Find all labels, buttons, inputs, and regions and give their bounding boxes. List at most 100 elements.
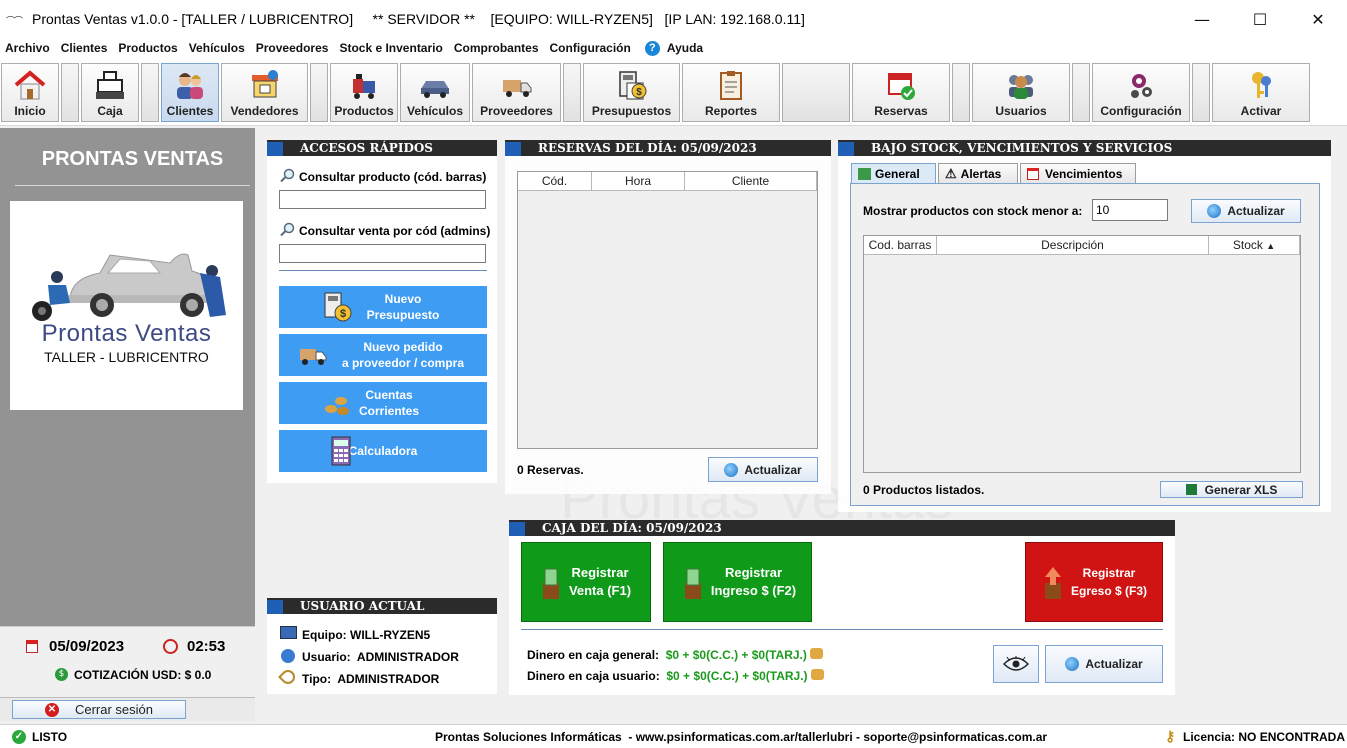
truck-icon bbox=[300, 349, 327, 365]
logo-name: Prontas Ventas bbox=[41, 320, 212, 347]
menu-ayuda[interactable]: Ayuda bbox=[667, 41, 709, 55]
logo: Prontas Ventas TALLER - LUBRICENTRO bbox=[10, 201, 243, 410]
toolbar-vehiculos-button[interactable]: Vehículos bbox=[400, 63, 470, 122]
divider bbox=[15, 185, 250, 186]
toolbar-usuarios-button[interactable]: Usuarios bbox=[972, 63, 1070, 122]
equipo-row: Equipo: WILL-RYZEN5 bbox=[302, 628, 431, 642]
reservations-count: 0 Reservas. bbox=[517, 463, 584, 477]
tab-alertas[interactable]: ⚠ Alertas bbox=[938, 163, 1018, 183]
calculator-icon bbox=[331, 436, 351, 466]
current-date: 05/09/2023 bbox=[49, 638, 125, 655]
stock-refresh-button[interactable]: Actualizar bbox=[1191, 199, 1301, 223]
dollar-icon: $ bbox=[55, 668, 68, 681]
col-header-cod-barras[interactable]: Cod. barras bbox=[864, 236, 937, 255]
low-stock-header: BAJO STOCK, VENCIMIENTOS Y SERVICIOS bbox=[838, 140, 1331, 156]
user-cash-amount: $0 + $0(C.C.) + $0(TARJ.) bbox=[666, 669, 808, 683]
coins-icon bbox=[810, 648, 824, 659]
col-header-hora[interactable]: Hora bbox=[592, 172, 685, 191]
toolbar-clientes-button[interactable]: Clientes bbox=[161, 63, 219, 122]
magnifier-icon bbox=[280, 168, 295, 183]
toolbar-presupuestos-button[interactable]: $ Presupuestos bbox=[583, 63, 680, 122]
cash-refresh-button[interactable]: Actualizar bbox=[1045, 645, 1163, 683]
close-circle-icon: ✕ bbox=[44, 702, 59, 717]
toolbar-separator bbox=[310, 63, 328, 122]
coins-icon bbox=[810, 669, 824, 680]
calculator-button[interactable]: Calculadora bbox=[279, 430, 487, 472]
register-sale-button[interactable]: Registrar Venta (F1) bbox=[521, 542, 651, 622]
stock-threshold-input[interactable] bbox=[1092, 199, 1168, 221]
toolbar: Inicio Caja Clientes Vendedores Producto… bbox=[0, 58, 1347, 126]
reservations-header: RESERVAS DEL DÍA: 05/09/2023 bbox=[505, 140, 831, 156]
general-cash-amount: $0 + $0(C.C.) + $0(TARJ.) bbox=[665, 648, 807, 662]
status-bar: ✓ LISTO Prontas Soluciones Informáticas … bbox=[0, 724, 1347, 748]
quick-access-header: ACCESOS RÁPIDOS bbox=[267, 140, 497, 156]
license-status: Licencia: NO ENCONTRADA bbox=[1183, 730, 1346, 744]
menu-comprobantes[interactable]: Comprobantes bbox=[449, 41, 545, 55]
maximize-button[interactable]: ☐ bbox=[1231, 0, 1289, 38]
refresh-icon bbox=[1207, 204, 1222, 218]
menu-archivo[interactable]: Archivo bbox=[0, 41, 56, 55]
truck-icon bbox=[502, 80, 531, 97]
window-title: Prontas Ventas v1.0.0 - [TALLER / LUBRIC… bbox=[32, 11, 805, 27]
eye-icon bbox=[1003, 656, 1029, 671]
toolbar-vendedores-button[interactable]: Vendedores bbox=[221, 63, 308, 122]
toolbar-reportes-button[interactable]: Reportes bbox=[682, 63, 780, 122]
warning-icon: ⚠ bbox=[945, 165, 957, 181]
usuario-row: Usuario: ADMINISTRADOR bbox=[302, 650, 459, 664]
coins-icon bbox=[325, 397, 349, 415]
toggle-visibility-button[interactable] bbox=[993, 645, 1039, 683]
col-header-stock[interactable]: Stock ▲ bbox=[1209, 236, 1300, 255]
col-header-cod[interactable]: Cód. bbox=[518, 172, 592, 191]
menu-proveedores[interactable]: Proveedores bbox=[251, 41, 335, 55]
menu-clientes[interactable]: Clientes bbox=[56, 41, 114, 55]
toolbar-reservas-button[interactable]: Reservas bbox=[852, 63, 950, 122]
col-header-cliente[interactable]: Cliente bbox=[685, 172, 817, 191]
toolbar-configuracion-button[interactable]: Configuración bbox=[1092, 63, 1190, 122]
calendar-icon bbox=[26, 640, 38, 653]
menu-productos[interactable]: Productos bbox=[113, 41, 183, 55]
minimize-button[interactable]: — bbox=[1173, 0, 1231, 38]
logout-button[interactable]: ✕ Cerrar sesión bbox=[12, 700, 186, 719]
toolbar-activar-button[interactable]: Activar bbox=[1212, 63, 1310, 122]
budget-calculator-icon: $ bbox=[324, 292, 352, 322]
menu-stock[interactable]: Stock e Inventario bbox=[334, 41, 448, 55]
current-time: 02:53 bbox=[187, 638, 226, 655]
clock-icon bbox=[163, 639, 178, 654]
generate-xls-button[interactable]: Generar XLS bbox=[1160, 481, 1303, 498]
new-budget-button[interactable]: $ Nuevo Presupuesto bbox=[279, 286, 487, 328]
divider bbox=[279, 270, 487, 271]
toolbar-proveedores-button[interactable]: Proveedores bbox=[472, 63, 561, 122]
toolbar-inicio-button[interactable]: Inicio bbox=[1, 63, 59, 122]
title-bar: ⌒⌒ Prontas Ventas v1.0.0 - [TALLER / LUB… bbox=[0, 0, 1347, 38]
tab-general[interactable]: General bbox=[851, 163, 936, 184]
low-stock-table[interactable]: Cod. barras Descripción Stock ▲ bbox=[863, 235, 1301, 473]
key-icon: ⚷ bbox=[1165, 728, 1176, 744]
sale-code-input[interactable] bbox=[279, 244, 486, 263]
reservations-table[interactable]: Cód. Hora Cliente bbox=[517, 171, 818, 449]
register-income-button[interactable]: Registrar Ingreso $ (F2) bbox=[663, 542, 812, 622]
reservations-refresh-button[interactable]: Actualizar bbox=[708, 457, 818, 482]
product-lookup-label: Consultar producto (cód. barras) bbox=[299, 170, 487, 184]
register-expense-button[interactable]: Registrar Egreso $ (F3) bbox=[1025, 542, 1163, 622]
close-button[interactable]: ✕ bbox=[1289, 0, 1347, 38]
usd-rate: COTIZACIÓN USD: $ 0.0 bbox=[74, 668, 212, 682]
current-accounts-button[interactable]: Cuentas Corrientes bbox=[279, 382, 487, 424]
new-purchase-order-button[interactable]: Nuevo pedido a proveedor / compra bbox=[279, 334, 487, 376]
tab-vencimientos[interactable]: Vencimientos bbox=[1020, 163, 1136, 183]
blocks-icon bbox=[858, 168, 871, 180]
clients-icon bbox=[177, 73, 203, 99]
money-withdraw-icon bbox=[1045, 567, 1061, 599]
current-user-header: USUARIO ACTUAL bbox=[267, 598, 497, 614]
keys-icon bbox=[1252, 72, 1271, 98]
excel-icon bbox=[1185, 484, 1197, 495]
toolbar-separator bbox=[141, 63, 159, 122]
menu-vehiculos[interactable]: Vehículos bbox=[184, 41, 251, 55]
toolbar-productos-button[interactable]: Productos bbox=[330, 63, 398, 122]
toolbar-separator bbox=[952, 63, 970, 122]
menu-configuracion[interactable]: Configuración bbox=[545, 41, 637, 55]
logo-subtitle: TALLER - LUBRICENTRO bbox=[44, 349, 209, 365]
product-barcode-input[interactable] bbox=[279, 190, 486, 209]
toolbar-caja-button[interactable]: Caja bbox=[81, 63, 139, 122]
sort-ascending-icon: ▲ bbox=[1266, 241, 1276, 251]
col-header-descripcion[interactable]: Descripción bbox=[937, 236, 1209, 255]
